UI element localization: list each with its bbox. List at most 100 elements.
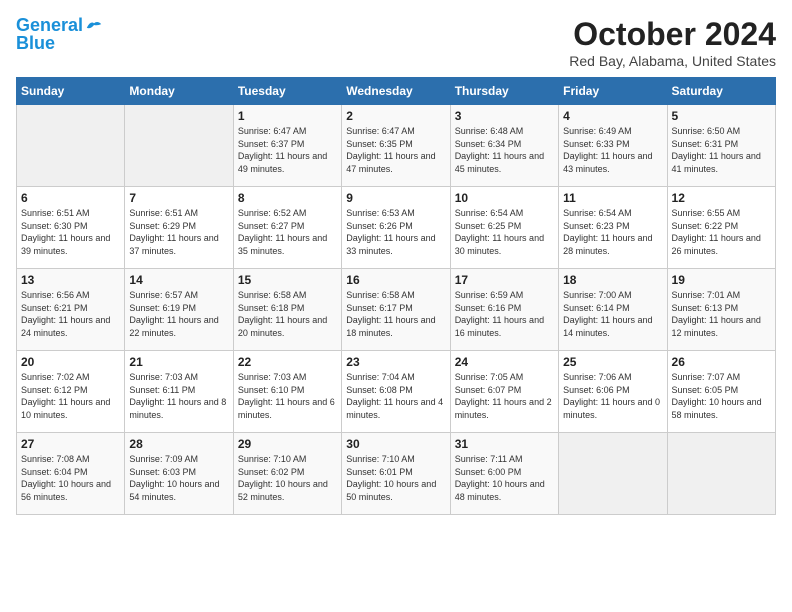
day-cell: 2 Sunrise: 6:47 AM Sunset: 6:35 PM Dayli…	[342, 105, 450, 187]
cell-content: Sunrise: 6:47 AM Sunset: 6:35 PM Dayligh…	[346, 125, 445, 175]
cell-content: Sunrise: 6:51 AM Sunset: 6:30 PM Dayligh…	[21, 207, 120, 257]
cell-content: Sunrise: 6:51 AM Sunset: 6:29 PM Dayligh…	[129, 207, 228, 257]
day-cell	[559, 433, 667, 515]
week-row-3: 13 Sunrise: 6:56 AM Sunset: 6:21 PM Dayl…	[17, 269, 776, 351]
day-number: 12	[672, 191, 771, 205]
day-cell: 11 Sunrise: 6:54 AM Sunset: 6:23 PM Dayl…	[559, 187, 667, 269]
header-day-thursday: Thursday	[450, 78, 558, 105]
day-number: 4	[563, 109, 662, 123]
day-cell: 14 Sunrise: 6:57 AM Sunset: 6:19 PM Dayl…	[125, 269, 233, 351]
day-cell: 24 Sunrise: 7:05 AM Sunset: 6:07 PM Dayl…	[450, 351, 558, 433]
cell-content: Sunrise: 7:06 AM Sunset: 6:06 PM Dayligh…	[563, 371, 662, 421]
day-cell	[17, 105, 125, 187]
day-cell: 6 Sunrise: 6:51 AM Sunset: 6:30 PM Dayli…	[17, 187, 125, 269]
day-cell: 26 Sunrise: 7:07 AM Sunset: 6:05 PM Dayl…	[667, 351, 775, 433]
cell-content: Sunrise: 7:09 AM Sunset: 6:03 PM Dayligh…	[129, 453, 228, 503]
page-header: General Blue October 2024 Red Bay, Alaba…	[16, 16, 776, 69]
logo: General Blue	[16, 16, 103, 52]
day-number: 31	[455, 437, 554, 451]
day-cell: 16 Sunrise: 6:58 AM Sunset: 6:17 PM Dayl…	[342, 269, 450, 351]
day-number: 7	[129, 191, 228, 205]
day-number: 30	[346, 437, 445, 451]
cell-content: Sunrise: 6:53 AM Sunset: 6:26 PM Dayligh…	[346, 207, 445, 257]
week-row-5: 27 Sunrise: 7:08 AM Sunset: 6:04 PM Dayl…	[17, 433, 776, 515]
cell-content: Sunrise: 7:01 AM Sunset: 6:13 PM Dayligh…	[672, 289, 771, 339]
cell-content: Sunrise: 7:00 AM Sunset: 6:14 PM Dayligh…	[563, 289, 662, 339]
cell-content: Sunrise: 7:02 AM Sunset: 6:12 PM Dayligh…	[21, 371, 120, 421]
cell-content: Sunrise: 6:54 AM Sunset: 6:25 PM Dayligh…	[455, 207, 554, 257]
week-row-2: 6 Sunrise: 6:51 AM Sunset: 6:30 PM Dayli…	[17, 187, 776, 269]
day-cell: 12 Sunrise: 6:55 AM Sunset: 6:22 PM Dayl…	[667, 187, 775, 269]
cell-content: Sunrise: 7:11 AM Sunset: 6:00 PM Dayligh…	[455, 453, 554, 503]
day-number: 18	[563, 273, 662, 287]
day-number: 24	[455, 355, 554, 369]
day-cell: 27 Sunrise: 7:08 AM Sunset: 6:04 PM Dayl…	[17, 433, 125, 515]
week-row-1: 1 Sunrise: 6:47 AM Sunset: 6:37 PM Dayli…	[17, 105, 776, 187]
day-cell	[667, 433, 775, 515]
day-cell: 25 Sunrise: 7:06 AM Sunset: 6:06 PM Dayl…	[559, 351, 667, 433]
cell-content: Sunrise: 7:03 AM Sunset: 6:11 PM Dayligh…	[129, 371, 228, 421]
day-number: 9	[346, 191, 445, 205]
month-title: October 2024	[569, 16, 776, 53]
day-number: 5	[672, 109, 771, 123]
day-number: 2	[346, 109, 445, 123]
day-cell: 3 Sunrise: 6:48 AM Sunset: 6:34 PM Dayli…	[450, 105, 558, 187]
day-number: 27	[21, 437, 120, 451]
day-number: 23	[346, 355, 445, 369]
cell-content: Sunrise: 6:50 AM Sunset: 6:31 PM Dayligh…	[672, 125, 771, 175]
cell-content: Sunrise: 6:57 AM Sunset: 6:19 PM Dayligh…	[129, 289, 228, 339]
cell-content: Sunrise: 7:08 AM Sunset: 6:04 PM Dayligh…	[21, 453, 120, 503]
header-day-sunday: Sunday	[17, 78, 125, 105]
day-cell: 30 Sunrise: 7:10 AM Sunset: 6:01 PM Dayl…	[342, 433, 450, 515]
day-number: 10	[455, 191, 554, 205]
day-cell: 5 Sunrise: 6:50 AM Sunset: 6:31 PM Dayli…	[667, 105, 775, 187]
day-number: 19	[672, 273, 771, 287]
day-number: 6	[21, 191, 120, 205]
day-cell: 7 Sunrise: 6:51 AM Sunset: 6:29 PM Dayli…	[125, 187, 233, 269]
day-number: 25	[563, 355, 662, 369]
cell-content: Sunrise: 7:10 AM Sunset: 6:02 PM Dayligh…	[238, 453, 337, 503]
day-number: 15	[238, 273, 337, 287]
header-day-monday: Monday	[125, 78, 233, 105]
day-cell: 21 Sunrise: 7:03 AM Sunset: 6:11 PM Dayl…	[125, 351, 233, 433]
day-cell: 17 Sunrise: 6:59 AM Sunset: 6:16 PM Dayl…	[450, 269, 558, 351]
header-day-saturday: Saturday	[667, 78, 775, 105]
cell-content: Sunrise: 6:54 AM Sunset: 6:23 PM Dayligh…	[563, 207, 662, 257]
day-number: 16	[346, 273, 445, 287]
day-number: 13	[21, 273, 120, 287]
cell-content: Sunrise: 6:49 AM Sunset: 6:33 PM Dayligh…	[563, 125, 662, 175]
cell-content: Sunrise: 6:56 AM Sunset: 6:21 PM Dayligh…	[21, 289, 120, 339]
cell-content: Sunrise: 7:07 AM Sunset: 6:05 PM Dayligh…	[672, 371, 771, 421]
day-number: 11	[563, 191, 662, 205]
day-cell: 1 Sunrise: 6:47 AM Sunset: 6:37 PM Dayli…	[233, 105, 341, 187]
day-number: 22	[238, 355, 337, 369]
day-cell: 18 Sunrise: 7:00 AM Sunset: 6:14 PM Dayl…	[559, 269, 667, 351]
day-cell: 31 Sunrise: 7:11 AM Sunset: 6:00 PM Dayl…	[450, 433, 558, 515]
calendar-table: SundayMondayTuesdayWednesdayThursdayFrid…	[16, 77, 776, 515]
day-number: 14	[129, 273, 228, 287]
logo-text: General	[16, 16, 83, 34]
day-number: 3	[455, 109, 554, 123]
location: Red Bay, Alabama, United States	[569, 53, 776, 69]
day-cell: 4 Sunrise: 6:49 AM Sunset: 6:33 PM Dayli…	[559, 105, 667, 187]
day-number: 29	[238, 437, 337, 451]
day-cell: 8 Sunrise: 6:52 AM Sunset: 6:27 PM Dayli…	[233, 187, 341, 269]
day-cell: 10 Sunrise: 6:54 AM Sunset: 6:25 PM Dayl…	[450, 187, 558, 269]
day-number: 21	[129, 355, 228, 369]
day-number: 26	[672, 355, 771, 369]
logo-line2: Blue	[16, 34, 55, 52]
day-cell: 20 Sunrise: 7:02 AM Sunset: 6:12 PM Dayl…	[17, 351, 125, 433]
cell-content: Sunrise: 6:52 AM Sunset: 6:27 PM Dayligh…	[238, 207, 337, 257]
day-number: 1	[238, 109, 337, 123]
day-cell: 9 Sunrise: 6:53 AM Sunset: 6:26 PM Dayli…	[342, 187, 450, 269]
cell-content: Sunrise: 7:04 AM Sunset: 6:08 PM Dayligh…	[346, 371, 445, 421]
day-cell: 22 Sunrise: 7:03 AM Sunset: 6:10 PM Dayl…	[233, 351, 341, 433]
logo-bird-icon	[85, 18, 103, 32]
day-number: 17	[455, 273, 554, 287]
header-day-friday: Friday	[559, 78, 667, 105]
day-cell: 15 Sunrise: 6:58 AM Sunset: 6:18 PM Dayl…	[233, 269, 341, 351]
header-row: SundayMondayTuesdayWednesdayThursdayFrid…	[17, 78, 776, 105]
cell-content: Sunrise: 6:55 AM Sunset: 6:22 PM Dayligh…	[672, 207, 771, 257]
cell-content: Sunrise: 6:48 AM Sunset: 6:34 PM Dayligh…	[455, 125, 554, 175]
day-cell: 28 Sunrise: 7:09 AM Sunset: 6:03 PM Dayl…	[125, 433, 233, 515]
